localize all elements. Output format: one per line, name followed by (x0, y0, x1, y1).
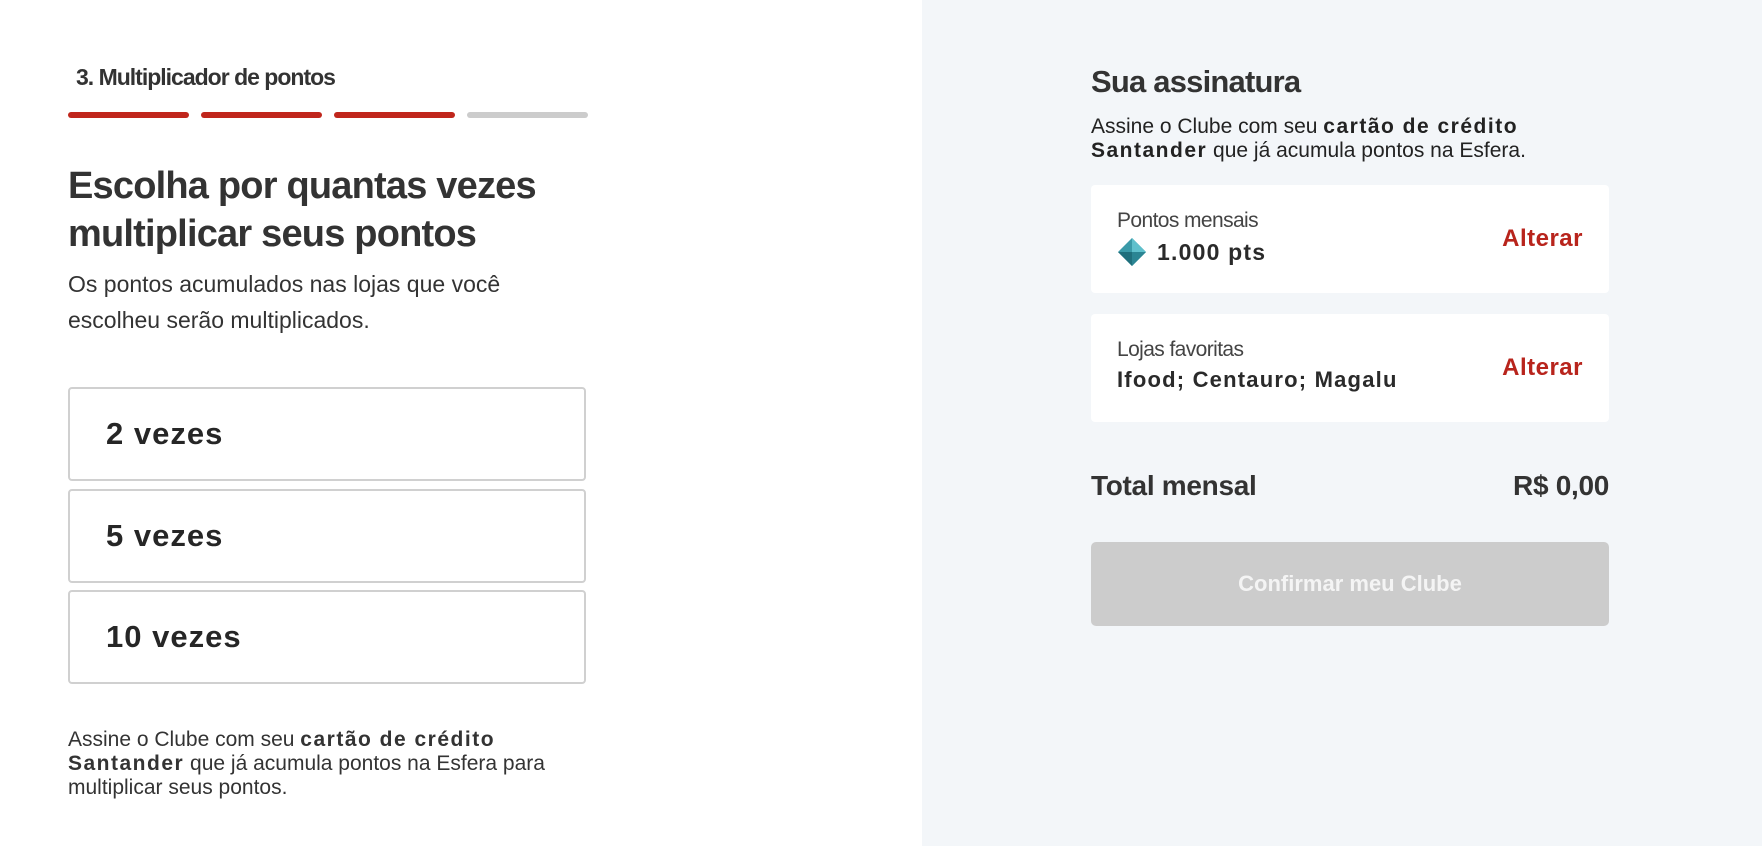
monthly-points-value: 1.000 pts (1157, 238, 1267, 265)
footnote: Assine o Clube com seu cartão de crédito… (68, 728, 598, 800)
summary-description: Assine o Clube com seu cartão de crédito… (1091, 115, 1611, 163)
desc-prefix: Assine o Clube com seu (1091, 115, 1324, 138)
page-heading: Escolha por quantas vezes multiplicar se… (68, 165, 537, 255)
option-10x[interactable]: 10 vezes (68, 590, 586, 684)
footnote-prefix: Assine o Clube com seu (68, 728, 301, 751)
change-stores-link[interactable]: Alterar (1502, 354, 1583, 382)
summary-title: Sua assinatura (1091, 64, 1301, 99)
confirm-club-button[interactable]: Confirmar meu Clube (1091, 542, 1609, 626)
progress-segment-1 (68, 112, 189, 118)
desc-suffix: que já acumula pontos na Esfera. (1207, 139, 1526, 162)
page-subtitle: Os pontos acumulados nas lojas que você … (68, 271, 501, 333)
step-title: 3. Multiplicador de pontos (76, 64, 336, 90)
favorite-stores-label: Lojas favoritas (1117, 338, 1244, 361)
change-points-link[interactable]: Alterar (1502, 225, 1583, 253)
monthly-points-card: Pontos mensais 1.000 pts Alterar (1091, 185, 1609, 293)
subscription-summary-panel: Sua assinatura Assine o Clube com seu ca… (922, 0, 1762, 846)
progress-segment-3 (334, 112, 455, 118)
favorite-stores-card: Lojas favoritas Ifood; Centauro; Magalu … (1091, 314, 1609, 422)
favorite-stores-value: Ifood; Centauro; Magalu (1117, 367, 1398, 392)
multiplier-options: 2 vezes 5 vezes 10 vezes (68, 387, 586, 692)
option-5x[interactable]: 5 vezes (68, 489, 586, 583)
step-progress-bar (68, 112, 588, 118)
option-2x[interactable]: 2 vezes (68, 387, 586, 481)
plan-selection-panel: 3. Multiplicador de pontos Escolha por q… (0, 0, 922, 846)
progress-segment-4 (467, 112, 588, 118)
monthly-total-value: R$ 0,00 (1513, 470, 1609, 501)
monthly-points-value-row: 1.000 pts (1117, 237, 1266, 267)
monthly-total-row: Total mensal R$ 0,00 (1091, 470, 1609, 502)
progress-segment-2 (201, 112, 322, 118)
monthly-points-label: Pontos mensais (1117, 209, 1259, 232)
monthly-total-label: Total mensal (1091, 470, 1257, 501)
gem-icon (1118, 238, 1146, 266)
